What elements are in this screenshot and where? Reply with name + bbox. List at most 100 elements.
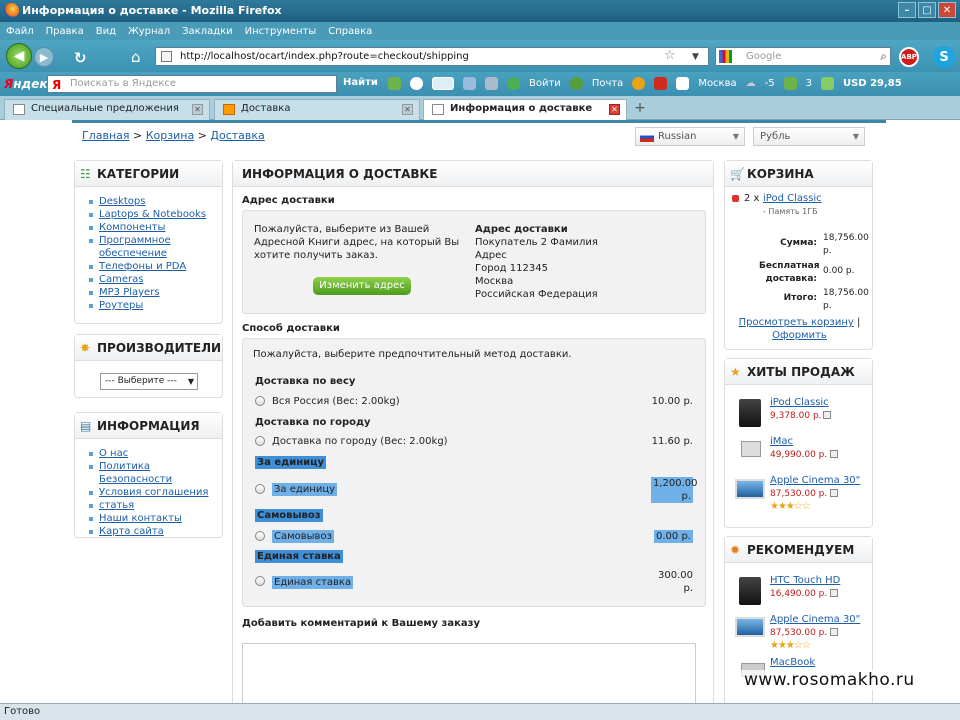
info-link[interactable]: Условия соглашения [89, 486, 222, 499]
breadcrumb-cart[interactable]: Корзина [146, 129, 194, 142]
close-tab-icon[interactable]: ✕ [609, 104, 620, 115]
product-link[interactable]: iMac [770, 436, 793, 447]
shipping-radio[interactable] [255, 576, 265, 586]
product-price: 49,990.00 р. [770, 450, 828, 460]
yandex-search-input[interactable]: Я Поискать в Яндексе [47, 75, 337, 93]
manufacturer-select[interactable]: --- Выберите --- ▼ [100, 373, 198, 390]
product-link[interactable]: HTC Touch HD [770, 575, 840, 586]
menu-file[interactable]: Файл [6, 26, 34, 37]
info-link[interactable]: Карта сайта [89, 525, 222, 538]
counter-label[interactable]: 3 [806, 78, 812, 89]
product-thumbnail[interactable] [739, 399, 761, 427]
category-link[interactable]: Desktops [89, 195, 222, 208]
shipping-option[interactable]: Единая ставка [272, 576, 354, 589]
category-link[interactable]: Cameras [89, 273, 222, 286]
add-to-cart-icon[interactable] [823, 411, 831, 419]
category-link[interactable]: Роутеры [89, 299, 222, 312]
checkout-link[interactable]: Оформить [772, 330, 827, 341]
info-link[interactable]: О нас [89, 447, 222, 460]
login-link[interactable]: Войти [529, 78, 561, 89]
language-select[interactable]: Russian ▼ [635, 127, 745, 146]
category-link[interactable]: MP3 Players [89, 286, 222, 299]
address-bar[interactable]: http://localhost/ocart/index.php?route=c… [155, 47, 709, 66]
translate-icon[interactable] [463, 77, 476, 90]
product-thumbnail[interactable] [735, 617, 765, 637]
search-box[interactable]: Google ⌕ [715, 47, 891, 66]
rating-stars: ★★★☆☆ [770, 501, 811, 512]
category-link[interactable]: Телефоны и PDA [89, 260, 222, 273]
mail-link[interactable]: Почта [592, 78, 624, 89]
shipping-radio[interactable] [255, 531, 265, 541]
search-icon[interactable]: ⌕ [880, 48, 887, 65]
skype-icon[interactable]: S [933, 46, 955, 68]
menu-edit[interactable]: Правка [46, 26, 84, 37]
reload-icon[interactable]: ↻ [74, 49, 87, 67]
add-to-cart-icon[interactable] [830, 589, 838, 597]
product-link[interactable]: iPod Classic [770, 397, 829, 408]
currency-select[interactable]: Рубль ▼ [753, 127, 865, 146]
product-link[interactable]: MacBook [770, 657, 815, 668]
shipping-radio[interactable] [255, 436, 265, 446]
menu-bookmarks[interactable]: Закладки [182, 26, 233, 37]
shipping-option[interactable]: Доставка по городу (Вес: 2.00kg) [272, 435, 448, 448]
shipping-radio[interactable] [255, 484, 265, 494]
bar-icon-3[interactable] [632, 77, 646, 90]
group-title: Доставка по весу [255, 376, 356, 387]
bar-icon-1[interactable] [388, 77, 401, 90]
speech-icon[interactable] [410, 77, 423, 90]
product-link[interactable]: Apple Cinema 30" [770, 475, 860, 486]
category-link[interactable]: Компоненты [89, 221, 222, 234]
address-heading: Адрес доставки [242, 195, 335, 206]
tab-specials[interactable]: Специальные предложения ✕ [4, 99, 210, 120]
shipping-radio[interactable] [255, 396, 265, 406]
new-tab-button[interactable]: + [630, 101, 650, 118]
bar-icon-highlight[interactable] [432, 77, 454, 90]
page-icon [13, 104, 25, 115]
bar-icon-2[interactable] [485, 77, 498, 90]
menu-history[interactable]: Журнал [128, 26, 170, 37]
change-address-button[interactable]: Изменить адрес [313, 277, 411, 295]
currency-rate[interactable]: USD 29,85 [843, 78, 902, 89]
shipping-option[interactable]: За единицу [272, 483, 338, 496]
close-tab-icon[interactable]: ✕ [402, 104, 413, 115]
temperature-label[interactable]: -5 [765, 78, 775, 89]
url-dropdown-icon[interactable]: ▼ [692, 49, 699, 66]
shipping-option[interactable]: Самовывоз [272, 530, 334, 543]
close-tab-icon[interactable]: ✕ [192, 104, 203, 115]
breadcrumb-home[interactable]: Главная [82, 129, 130, 142]
product-link[interactable]: Apple Cinema 30" [770, 614, 860, 625]
forward-button[interactable]: ▶ [34, 47, 54, 67]
view-cart-link[interactable]: Просмотреть корзину [739, 317, 854, 328]
maximize-button[interactable]: □ [918, 2, 936, 18]
minimize-button[interactable]: – [898, 2, 916, 18]
info-link[interactable]: статья [89, 499, 222, 512]
shipping-option[interactable]: Вся Россия (Вес: 2.00kg) [272, 395, 400, 408]
bar-icon-5[interactable] [676, 77, 690, 90]
product-thumbnail[interactable] [739, 577, 761, 605]
add-to-cart-icon[interactable] [830, 628, 838, 636]
category-link[interactable]: Программное обеспечение [89, 234, 199, 260]
menu-tools[interactable]: Инструменты [245, 26, 317, 37]
home-icon[interactable]: ⌂ [131, 48, 141, 66]
info-link[interactable]: Политика Безопасности [89, 460, 222, 486]
bookmark-star-icon[interactable]: ☆ [664, 47, 676, 64]
bar-icon-4[interactable] [654, 77, 668, 90]
city-label[interactable]: Москва [698, 78, 736, 89]
tab-shipping-info[interactable]: Информация о доставке ✕ [423, 99, 627, 121]
add-to-cart-icon[interactable] [830, 489, 838, 497]
menu-help[interactable]: Справка [328, 26, 372, 37]
tab-delivery[interactable]: Доставка ✕ [214, 99, 420, 120]
remove-item-icon[interactable] [732, 195, 739, 202]
back-button[interactable]: ◀ [6, 43, 32, 69]
add-to-cart-icon[interactable] [830, 450, 838, 458]
menu-view[interactable]: Вид [96, 26, 116, 37]
category-link[interactable]: Laptops & Notebooks [89, 208, 222, 221]
info-link[interactable]: Наши контакты [89, 512, 222, 525]
product-thumbnail[interactable] [741, 441, 761, 457]
close-window-button[interactable]: ✕ [938, 2, 956, 18]
yandex-find-button[interactable]: Найти [343, 77, 378, 88]
product-thumbnail[interactable] [735, 479, 765, 499]
adblock-icon[interactable]: ABP [899, 47, 919, 67]
breadcrumb-delivery[interactable]: Доставка [210, 129, 264, 142]
cart-product-link[interactable]: iPod Classic [763, 193, 822, 204]
